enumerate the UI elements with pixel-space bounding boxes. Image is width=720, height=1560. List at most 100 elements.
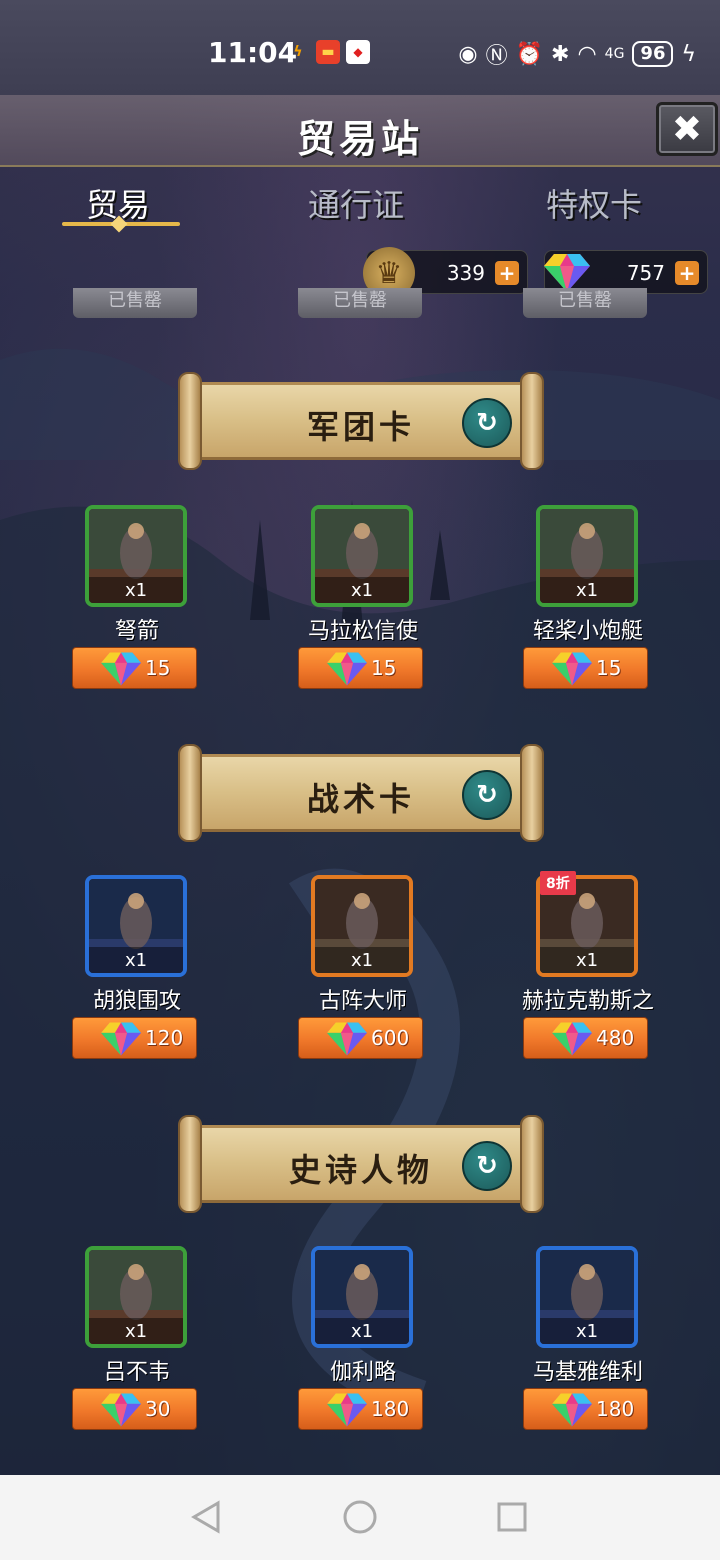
- item-name: 赫拉克勒斯之: [521, 989, 654, 1014]
- item-quantity: x1: [575, 580, 599, 601]
- recents-icon[interactable]: [492, 1497, 532, 1537]
- home-icon[interactable]: [340, 1497, 380, 1537]
- item-frame[interactable]: x1: [311, 875, 413, 977]
- item-quantity: x1: [124, 1321, 148, 1342]
- refresh-button[interactable]: ↻: [462, 398, 512, 448]
- item-quantity: x1: [575, 1321, 599, 1342]
- close-button[interactable]: ✖: [656, 102, 718, 156]
- add-crest-button[interactable]: +: [495, 261, 519, 285]
- item-name: 马拉松信使: [307, 619, 418, 644]
- shop-item-card[interactable]: x1 8折赫拉克勒斯之 480: [522, 871, 673, 1065]
- refresh-icon: ↻: [476, 1151, 498, 1181]
- sold-out-button: 已售罄: [523, 288, 647, 318]
- shop-item-card[interactable]: x1 古阵大师 600: [298, 875, 448, 1065]
- section-banner: 军团卡 ↻: [178, 372, 544, 470]
- shop-item-card[interactable]: x1 吕不韦 30: [72, 1246, 222, 1436]
- item-price: 600: [371, 1026, 410, 1050]
- gem-icon: [101, 1020, 141, 1058]
- gem-icon: [327, 650, 367, 688]
- refresh-button[interactable]: ↻: [462, 770, 512, 820]
- status-bar: 11:04 ϟ ▬ ◆ ◉ Ⓝ ⏰ ✱ ◠ 4G 96 ϟ: [0, 0, 720, 95]
- refresh-icon: ↻: [476, 408, 498, 438]
- shop-item-card[interactable]: x1 马基雅维利 180: [523, 1246, 673, 1436]
- item-frame[interactable]: x1: [536, 505, 638, 607]
- red-app-icon: ◆: [346, 40, 370, 64]
- item-quantity: x1: [124, 580, 148, 601]
- item-frame[interactable]: x1: [85, 505, 187, 607]
- buy-button[interactable]: 600: [298, 1017, 423, 1059]
- back-icon[interactable]: [186, 1497, 226, 1537]
- item-frame[interactable]: x1: [311, 1246, 413, 1348]
- item-frame[interactable]: x1: [85, 1246, 187, 1348]
- gem-icon: [101, 650, 141, 688]
- crest-count: 339: [446, 261, 485, 285]
- item-price: 30: [145, 1397, 171, 1421]
- gem-icon: [552, 1391, 592, 1429]
- buy-button[interactable]: 180: [298, 1388, 423, 1430]
- shop-item-card[interactable]: x1 轻桨小炮艇 15: [523, 505, 673, 695]
- buy-button[interactable]: 180: [523, 1388, 648, 1430]
- item-frame[interactable]: x1: [536, 1246, 638, 1348]
- page-title: 贸易站: [296, 117, 423, 161]
- item-name: 胡狼围攻: [92, 989, 181, 1014]
- item-quantity: x1: [350, 950, 374, 971]
- item-price: 15: [145, 656, 171, 680]
- item-quantity: x1: [350, 580, 374, 601]
- shop-item-card[interactable]: x1 弩箭 15: [72, 505, 222, 695]
- gem-icon: [552, 650, 592, 688]
- discount-badge: 8折: [540, 871, 576, 895]
- refresh-button[interactable]: ↻: [462, 1141, 512, 1191]
- signal-icon: 4G: [604, 46, 625, 62]
- shop-item-card[interactable]: x1 伽利略 180: [298, 1246, 448, 1436]
- gem-icon: [552, 1020, 592, 1058]
- lightning-app-icon: ϟ: [293, 44, 303, 60]
- bluetooth-icon: ✱: [551, 41, 570, 67]
- battery-indicator: 96: [632, 41, 674, 67]
- buy-button[interactable]: 15: [523, 647, 648, 689]
- buy-button[interactable]: 480: [523, 1017, 648, 1059]
- shop-item-card[interactable]: x1 胡狼围攻 120: [72, 875, 222, 1065]
- item-name: 马基雅维利: [532, 1360, 643, 1385]
- add-gem-button[interactable]: +: [675, 261, 699, 285]
- item-name: 伽利略: [329, 1360, 396, 1385]
- gem-count: 757: [626, 261, 665, 285]
- charging-icon: ϟ: [681, 41, 696, 67]
- item-price: 120: [145, 1026, 184, 1050]
- buy-button[interactable]: 15: [72, 647, 197, 689]
- gem-icon: [101, 1391, 141, 1429]
- buy-button[interactable]: 120: [72, 1017, 197, 1059]
- sold-out-button: 已售罄: [298, 288, 422, 318]
- buy-button[interactable]: 15: [298, 647, 423, 689]
- gem-icon: [327, 1020, 367, 1058]
- item-price: 15: [596, 656, 622, 680]
- item-name: 古阵大师: [318, 989, 407, 1014]
- section-banner: 史诗人物 ↻: [178, 1115, 544, 1213]
- system-indicators: ◉ Ⓝ ⏰ ✱ ◠ 4G 96 ϟ: [458, 38, 696, 70]
- item-quantity: x1: [124, 950, 148, 971]
- buy-button[interactable]: 30: [72, 1388, 197, 1430]
- eye-icon: ◉: [458, 41, 478, 67]
- status-time: 11:04: [208, 36, 298, 69]
- android-nav-bar: [0, 1475, 720, 1560]
- item-frame[interactable]: x1: [85, 875, 187, 977]
- alarm-icon: ⏰: [515, 41, 544, 67]
- item-name: 吕不韦: [103, 1360, 170, 1385]
- wifi-icon: ◠: [577, 41, 597, 67]
- item-quantity: x1: [575, 950, 599, 971]
- sold-out-button: 已售罄: [73, 288, 197, 318]
- nfc-icon: Ⓝ: [485, 44, 508, 69]
- gem-icon: [327, 1391, 367, 1429]
- item-price: 15: [371, 656, 397, 680]
- notification-icons: ϟ ▬ ◆: [286, 40, 370, 64]
- item-price: 180: [371, 1397, 410, 1421]
- item-frame[interactable]: x1: [311, 505, 413, 607]
- item-price: 180: [596, 1397, 635, 1421]
- tab-privilege-card[interactable]: 特权卡: [546, 180, 642, 226]
- section-banner: 战术卡 ↻: [178, 744, 544, 842]
- shop-item-card[interactable]: x1 马拉松信使 15: [298, 505, 448, 695]
- item-name: 轻桨小炮艇: [532, 619, 643, 644]
- item-price: 480: [596, 1026, 635, 1050]
- item-quantity: x1: [350, 1321, 374, 1342]
- tab-pass[interactable]: 通行证: [308, 180, 404, 226]
- item-name: 弩箭: [114, 619, 159, 644]
